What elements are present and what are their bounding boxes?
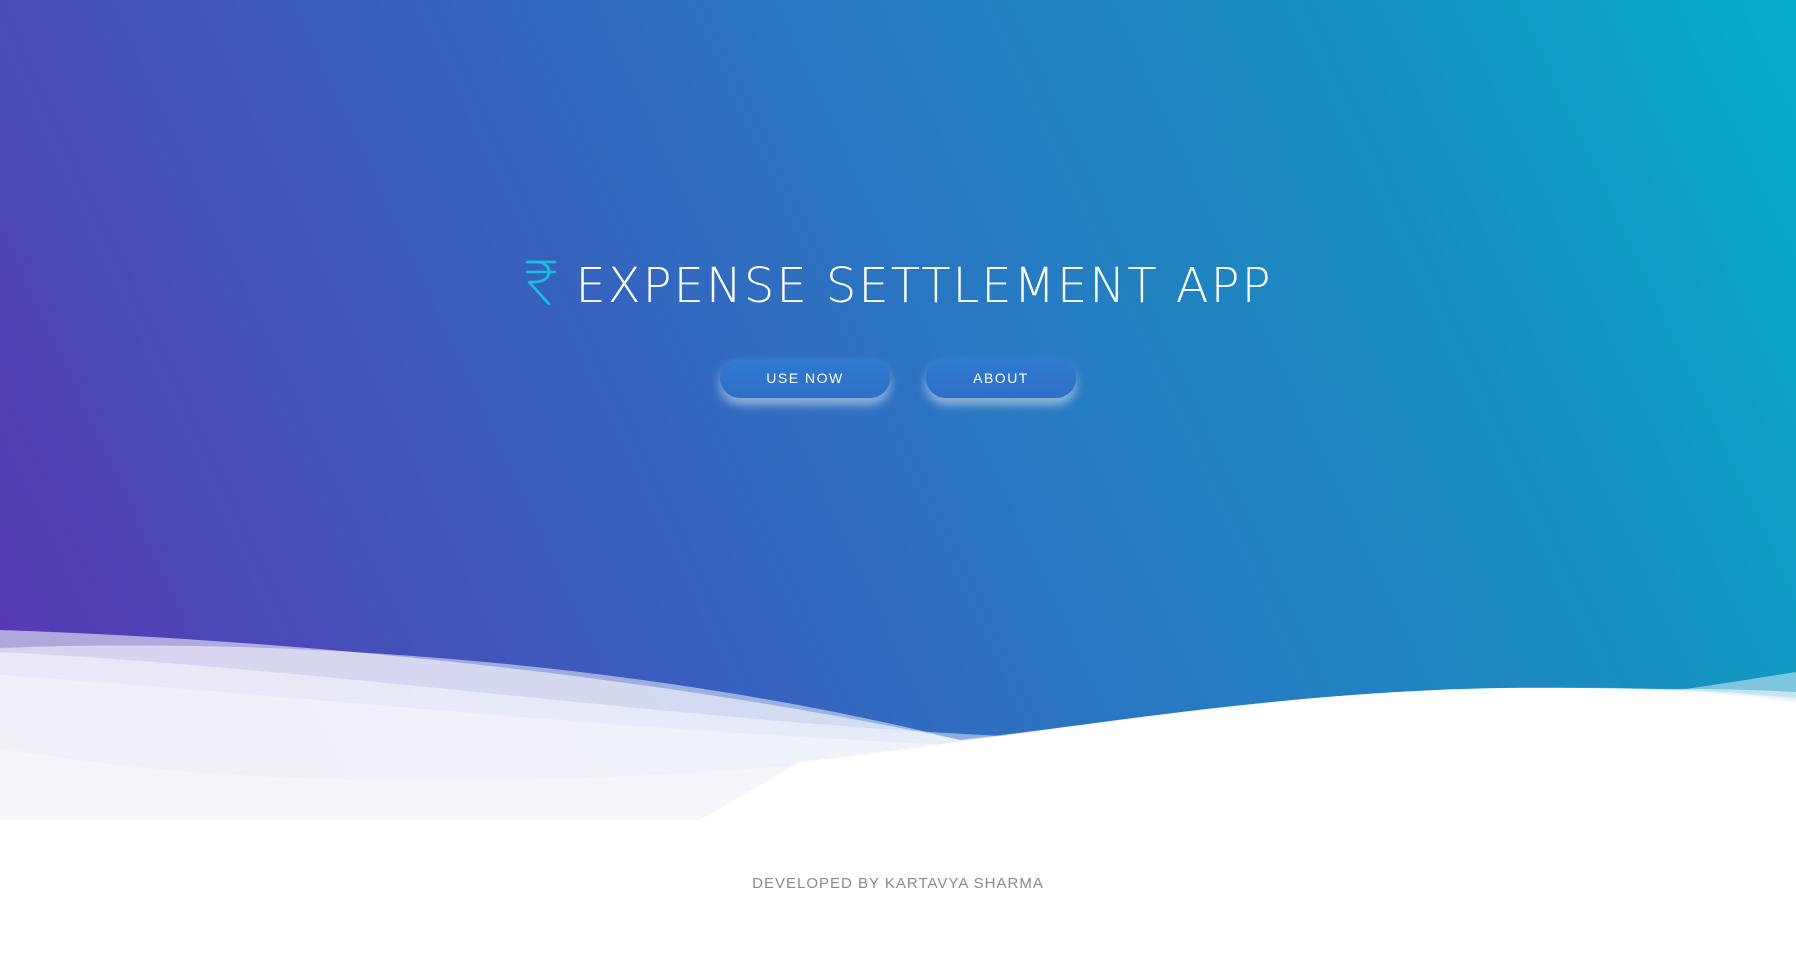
action-buttons: USE NOW ABOUT xyxy=(0,358,1796,398)
about-button[interactable]: ABOUT xyxy=(926,358,1076,398)
app-title-text: EXPENSE SETTLEMENT APP xyxy=(575,258,1273,314)
wave-decoration xyxy=(0,630,1796,820)
page-title: EXPENSE SETTLEMENT APP xyxy=(0,252,1796,320)
landing-page: EXPENSE SETTLEMENT APP USE NOW ABOUT DEV… xyxy=(0,0,1796,980)
rupee-icon xyxy=(526,260,557,306)
use-now-button[interactable]: USE NOW xyxy=(720,358,890,398)
footer-credit: DEVELOPED BY KARTAVYA SHARMA xyxy=(752,875,1044,892)
